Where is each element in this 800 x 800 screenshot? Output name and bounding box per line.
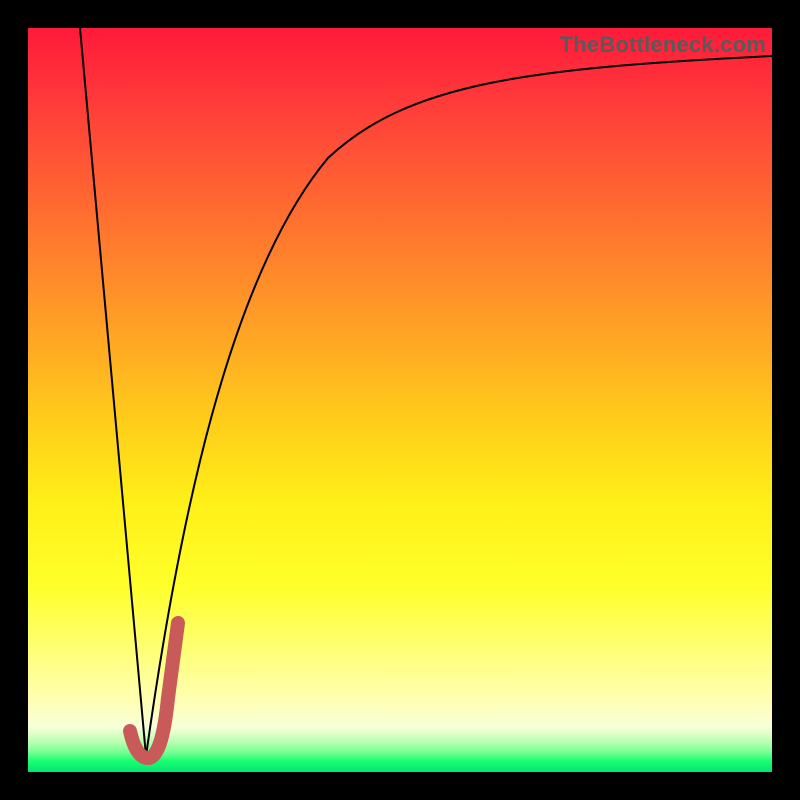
chart-frame: TheBottleneck.com [0, 0, 800, 800]
gradient-plot-area: TheBottleneck.com [28, 28, 772, 772]
accent-j-hook [130, 623, 178, 758]
descending-line [80, 28, 146, 756]
rising-curve [146, 56, 772, 756]
curve-layer [28, 28, 772, 772]
